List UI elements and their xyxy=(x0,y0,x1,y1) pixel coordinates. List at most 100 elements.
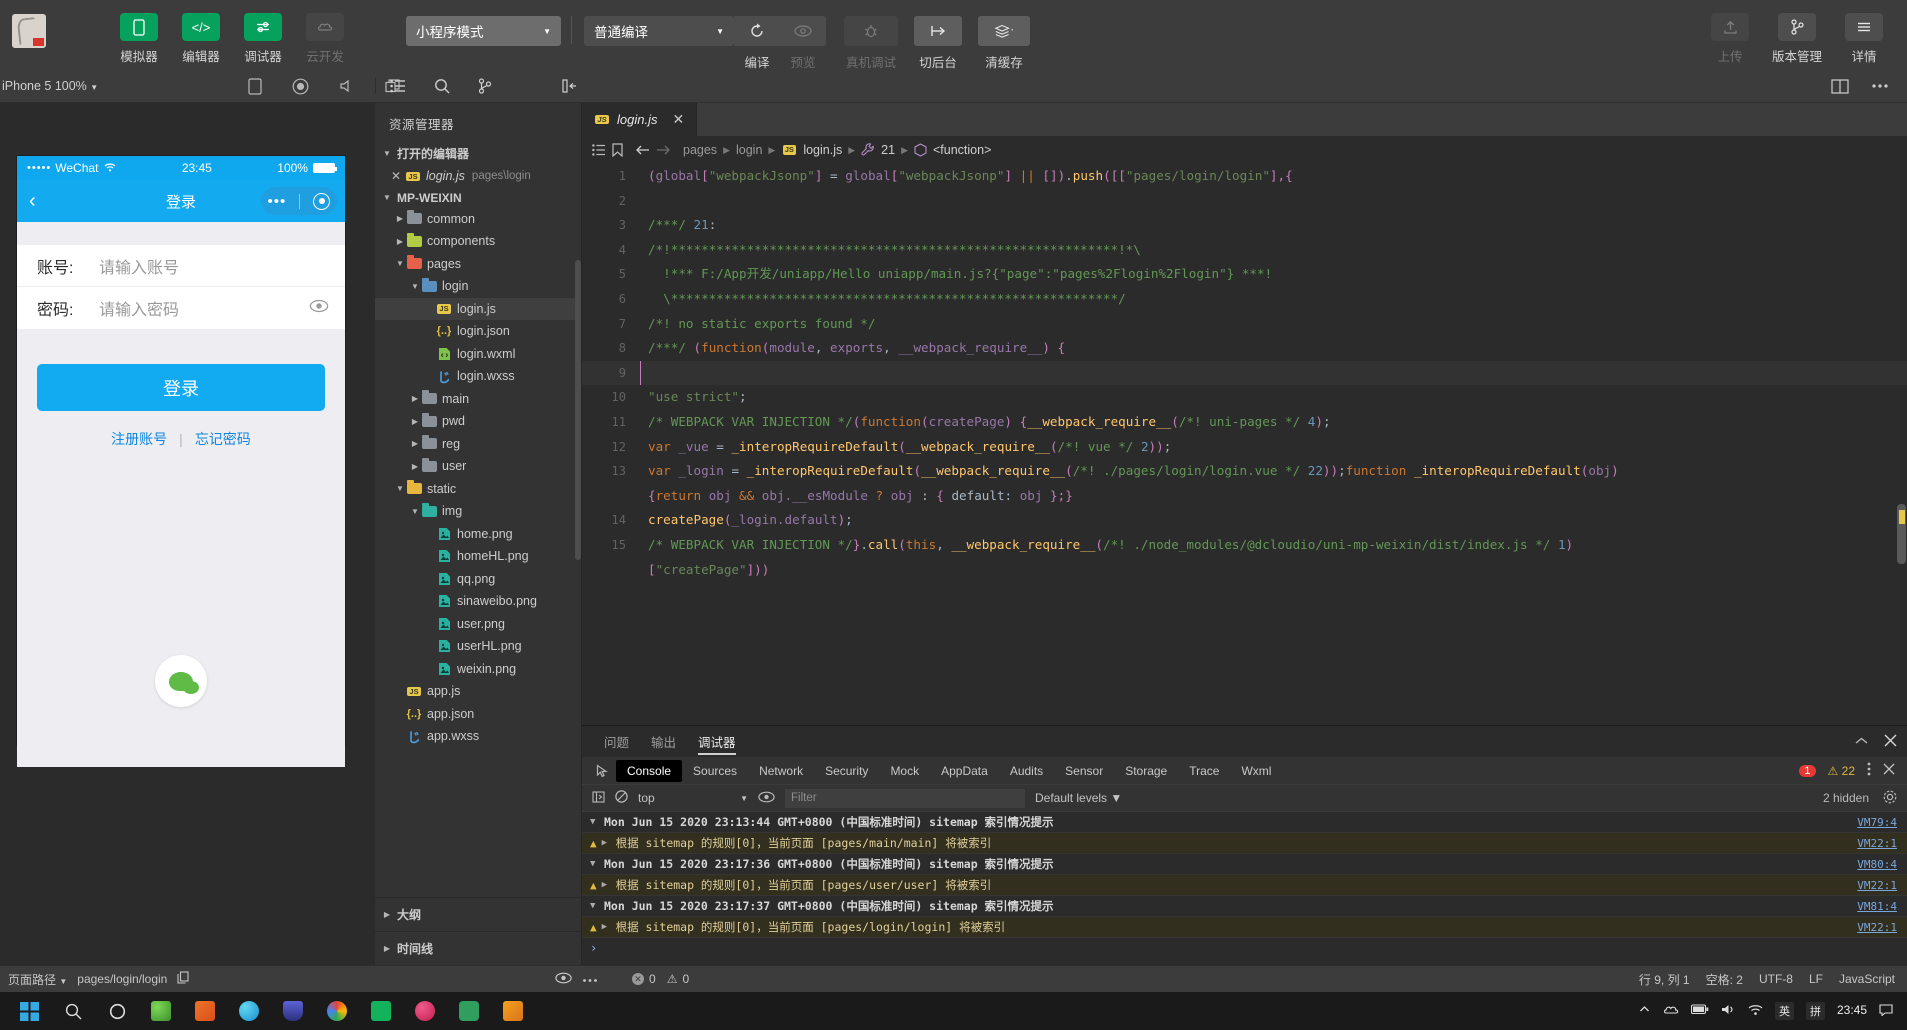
language-mode[interactable]: JavaScript xyxy=(1839,972,1895,986)
console-warning-row[interactable]: ▲ ▶ 根据 sitemap 的规则[0]，当前页面 [pages/user/use… xyxy=(582,875,1907,896)
tree-item-login-wxss[interactable]: じ login.wxss xyxy=(375,365,581,388)
console-log-list[interactable]: ▼ Mon Jun 15 2020 23:13:44 GMT+0800 (中国标准… xyxy=(582,812,1907,965)
error-count-badge[interactable]: 1 xyxy=(1799,764,1816,777)
wechat-login-icon[interactable] xyxy=(155,655,207,707)
tree-item-img[interactable]: ▼ img xyxy=(375,500,581,523)
taskbar-search-icon[interactable] xyxy=(52,994,94,1028)
console-levels-select[interactable]: Default levels ▼ xyxy=(1035,791,1122,805)
bookmark-icon[interactable] xyxy=(612,143,623,157)
status-more-icon[interactable] xyxy=(582,972,598,986)
console-source-link[interactable]: VM22:1 xyxy=(1857,921,1897,934)
user-avatar[interactable] xyxy=(12,14,46,48)
tree-item-login-js[interactable]: JS login.js xyxy=(375,297,581,320)
expand-arrow-icon[interactable]: ▶ xyxy=(602,838,616,848)
start-button[interactable] xyxy=(8,994,50,1028)
devtools-close-icon[interactable] xyxy=(1883,763,1895,778)
tree-item-app-json[interactable]: {..} app.json xyxy=(375,703,581,726)
taskbar-app-8[interactable] xyxy=(448,994,490,1028)
devtools-tab-audits[interactable]: Audits xyxy=(999,760,1054,782)
tab-output[interactable]: 输出 xyxy=(651,726,676,757)
taskbar-cortana-icon[interactable] xyxy=(96,994,138,1028)
tree-item-weixin-png[interactable]: weixin.png xyxy=(375,658,581,681)
record-icon[interactable] xyxy=(292,78,309,95)
tree-item-app-wxss[interactable]: じ app.wxss xyxy=(375,725,581,748)
tree-item-login[interactable]: ▼ login xyxy=(375,275,581,298)
chevron-down-icon[interactable]: ▼ xyxy=(409,282,421,291)
tree-item-pages[interactable]: ▼ pages xyxy=(375,253,581,276)
collapse-panel-icon[interactable] xyxy=(562,79,578,93)
inspect-element-icon[interactable] xyxy=(590,763,616,778)
taskbar-app-2[interactable] xyxy=(184,994,226,1028)
explorer-scrollbar[interactable] xyxy=(575,260,581,560)
forgot-password-link[interactable]: 忘记密码 xyxy=(195,429,251,449)
preview-button[interactable] xyxy=(780,16,826,46)
notification-icon[interactable] xyxy=(1879,1003,1893,1019)
close-icon[interactable]: ✕ xyxy=(389,169,403,183)
copy-path-icon[interactable] xyxy=(177,971,189,987)
console-source-link[interactable]: VM79:4 xyxy=(1857,816,1897,829)
toolbar-item-upload[interactable]: 上传 xyxy=(1699,0,1761,65)
mode-select[interactable]: 小程序模式 ▼ xyxy=(406,16,561,46)
console-settings-icon[interactable] xyxy=(1883,790,1897,807)
toolbar-item-simulator[interactable]: 模拟器 xyxy=(108,0,170,65)
tab-problems[interactable]: 问题 xyxy=(604,726,629,757)
tree-item-login-json[interactable]: {..} login.json xyxy=(375,320,581,343)
timeline-section[interactable]: ▶ 时间线 xyxy=(375,932,581,965)
expand-arrow-icon[interactable]: ▶ xyxy=(602,922,616,932)
breadcrumb-login[interactable]: login xyxy=(736,143,762,157)
account-input[interactable]: 请输入账号 xyxy=(99,254,325,278)
tray-expand-icon[interactable] xyxy=(1638,1003,1651,1019)
chevron-down-icon[interactable]: ▼ xyxy=(409,507,421,516)
chevron-right-icon[interactable]: ▶ xyxy=(394,214,406,223)
tree-item-static[interactable]: ▼ static xyxy=(375,478,581,501)
breadcrumb-symbol-num[interactable]: 21 xyxy=(881,143,895,157)
chevron-down-icon[interactable]: ▼ xyxy=(394,259,406,268)
breadcrumb-pages[interactable]: pages xyxy=(683,143,717,157)
open-editor-login-js[interactable]: ✕ JS login.js pages\login xyxy=(375,165,581,188)
taskbar-app-6[interactable] xyxy=(360,994,402,1028)
tree-item-components[interactable]: ▶ components xyxy=(375,230,581,253)
tree-item-common[interactable]: ▶ common xyxy=(375,208,581,231)
open-editors-section[interactable]: ▼ 打开的编辑器 xyxy=(375,142,581,165)
explorer-list-icon[interactable] xyxy=(390,79,406,93)
back-arrow-icon[interactable]: ‹ xyxy=(29,190,36,213)
tree-item-user[interactable]: ▶ user xyxy=(375,455,581,478)
breadcrumb-function[interactable]: <function> xyxy=(933,143,991,157)
outline-list-icon[interactable] xyxy=(592,144,606,156)
search-icon[interactable] xyxy=(434,78,450,94)
page-path-label[interactable]: 页面路径 ▼ xyxy=(8,971,67,988)
console-group-row[interactable]: ▼ Mon Jun 15 2020 23:17:37 GMT+0800 (中国标准… xyxy=(582,896,1907,917)
compile-mode-select[interactable]: 普通编译 ▼ xyxy=(584,16,734,46)
cursor-position[interactable]: 行 9, 列 1 xyxy=(1639,971,1690,988)
devtools-tab-security[interactable]: Security xyxy=(814,760,879,782)
ime-mode-indicator[interactable]: 拼 xyxy=(1805,1002,1825,1020)
device-select[interactable]: iPhone 5 100% ▼ xyxy=(0,79,98,93)
chevron-down-icon[interactable]: ▼ xyxy=(394,484,406,493)
console-source-link[interactable]: VM22:1 xyxy=(1857,837,1897,850)
collapse-arrow-icon[interactable]: ▼ xyxy=(590,901,604,911)
source-control-icon[interactable] xyxy=(478,78,492,94)
remote-debug-button[interactable] xyxy=(844,16,898,46)
console-prompt[interactable]: › xyxy=(582,938,1907,958)
console-context-select[interactable]: top ▼ xyxy=(638,791,748,805)
login-button[interactable]: 登录 xyxy=(37,364,325,411)
console-group-row[interactable]: ▼ Mon Jun 15 2020 23:17:36 GMT+0800 (中国标准… xyxy=(582,854,1907,875)
devtools-tab-sensor[interactable]: Sensor xyxy=(1054,760,1114,782)
tray-network-icon[interactable] xyxy=(1748,1004,1763,1019)
toolbar-item-cloud[interactable]: 云开发 xyxy=(294,0,356,65)
toolbar-item-debugger[interactable]: 调试器 xyxy=(232,0,294,65)
close-tab-icon[interactable]: ✕ xyxy=(672,111,684,128)
collapse-icon[interactable] xyxy=(1855,735,1868,749)
tree-item-pwd[interactable]: ▶ pwd xyxy=(375,410,581,433)
toolbar-item-editor[interactable]: </> 编辑器 xyxy=(170,0,232,65)
tray-volume-icon[interactable] xyxy=(1721,1003,1736,1019)
nav-forward-icon[interactable] xyxy=(656,144,671,156)
breadcrumb-file[interactable]: login.js xyxy=(803,143,842,157)
tree-item-login-wxml[interactable]: login.wxml xyxy=(375,343,581,366)
tray-battery-icon[interactable] xyxy=(1690,1004,1709,1018)
clear-console-icon[interactable] xyxy=(615,790,628,806)
toolbar-item-version[interactable]: 版本管理 xyxy=(1761,0,1833,65)
devtools-tab-console[interactable]: Console xyxy=(616,759,683,782)
taskbar-app-7[interactable] xyxy=(404,994,446,1028)
console-warning-row[interactable]: ▲ ▶ 根据 sitemap 的规则[0]，当前页面 [pages/login/lo… xyxy=(582,917,1907,938)
